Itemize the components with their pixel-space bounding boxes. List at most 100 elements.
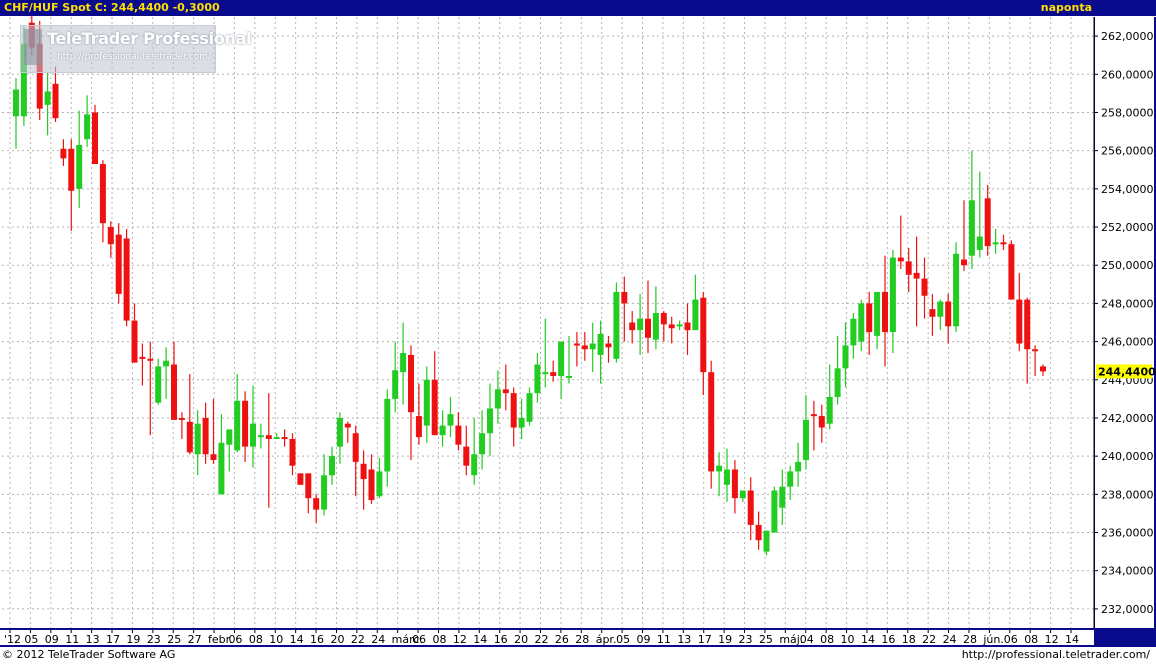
candle-body — [842, 345, 849, 369]
candle-body — [171, 364, 177, 420]
x-tick-label: 16 — [494, 633, 508, 646]
last-price-label: 244,4400 — [1098, 365, 1156, 378]
x-tick-label: 17 — [698, 633, 712, 646]
x-tick-label: 23 — [739, 633, 753, 646]
candle-body — [242, 400, 249, 447]
candle-body — [463, 446, 470, 466]
candle-body — [716, 465, 723, 472]
plot-area — [2, 17, 1094, 628]
candle-body — [700, 297, 707, 373]
y-tick-label: 236,0000 — [1101, 527, 1154, 540]
candle — [1008, 240, 1015, 300]
candle-body — [329, 456, 335, 476]
candle — [953, 242, 960, 333]
candle-body — [226, 429, 233, 445]
price-chart-svg: 232,0000 234,0000 236,0000 238,0000 240,0000… — [0, 0, 1156, 648]
candle-body — [534, 364, 541, 394]
x-tick-label: 20 — [514, 633, 528, 646]
x-tick-label: 14 — [473, 633, 487, 646]
y-tick-label: 260,0000 — [1101, 68, 1154, 81]
candle — [123, 228, 130, 327]
candle-body — [439, 425, 446, 436]
y-tick-label: 256,0000 — [1101, 145, 1154, 158]
candle-body — [581, 345, 588, 350]
y-tick-label: 248,0000 — [1101, 297, 1154, 310]
candle-body — [645, 318, 651, 338]
candle-body — [961, 259, 967, 266]
candle-body — [155, 366, 162, 403]
candle-body — [384, 398, 391, 472]
candle-body — [731, 469, 738, 499]
candle-body — [257, 435, 264, 438]
candle-body — [968, 200, 975, 256]
y-tick-label: 250,0000 — [1101, 259, 1154, 272]
candle-body — [637, 318, 644, 331]
x-tick-label: 10 — [269, 633, 283, 646]
logo-name: TeleTrader Professional — [47, 29, 252, 48]
candle-body — [455, 425, 462, 445]
candle-body — [289, 438, 296, 466]
teletrader-logo: TeleTrader Professional http://professio… — [20, 25, 252, 73]
candle-body — [1040, 366, 1046, 372]
x-tick-label: 06 — [228, 633, 242, 646]
x-tick-label: 04 — [800, 633, 814, 646]
candle-body — [787, 471, 794, 487]
candle-body — [123, 238, 130, 321]
candle-body — [107, 227, 114, 245]
candle-body — [163, 360, 170, 367]
candle-body — [573, 343, 580, 346]
x-tick-label: 28 — [575, 633, 589, 646]
x-tick-label: 11 — [657, 633, 671, 646]
x-tick-label: 17 — [106, 633, 120, 646]
candle-body — [431, 379, 438, 436]
x-tick-label: 16 — [881, 633, 895, 646]
candle-body — [605, 343, 612, 348]
x-tick-label: 24 — [371, 633, 385, 646]
candle-body — [368, 469, 375, 501]
candle-body — [400, 353, 407, 373]
copyright-text: © 2012 TeleTrader Software AG — [2, 648, 176, 661]
candle-body — [818, 416, 825, 428]
x-tick-label: 28 — [963, 633, 977, 646]
candle-body — [984, 198, 991, 247]
candle — [526, 387, 533, 426]
candle-body — [858, 303, 865, 342]
x-tick-label: 18 — [902, 633, 916, 646]
logo-url: http://professional.teletrader.com/ — [57, 52, 212, 62]
candle-body — [344, 423, 351, 428]
candle-body — [273, 437, 280, 440]
x-tick-label: 06 — [412, 633, 426, 646]
candle-body — [795, 461, 802, 472]
candle-body — [874, 291, 881, 336]
candle-body — [724, 469, 730, 485]
candle-body — [186, 421, 193, 453]
x-tick-label: 25 — [759, 633, 773, 646]
candle — [92, 104, 98, 165]
candle-body — [755, 524, 762, 541]
candle-body — [882, 291, 888, 333]
candle-body — [897, 257, 904, 262]
candle-body — [976, 236, 983, 250]
candle-body — [779, 486, 786, 508]
y-tick-label: 254,0000 — [1101, 183, 1154, 196]
candle-body — [945, 301, 952, 327]
interval-label[interactable]: naponta — [1041, 1, 1092, 14]
x-tick-label: '12 — [4, 633, 21, 646]
x-tick-label: 22 — [922, 633, 936, 646]
y-tick-label: 252,0000 — [1101, 221, 1154, 234]
x-tick-label: jún. — [982, 633, 1004, 646]
x-tick-label: 13 — [677, 633, 691, 646]
footer-url-link[interactable]: http://professional.teletrader.com/ — [962, 648, 1150, 661]
y-tick-label: 234,0000 — [1101, 565, 1154, 578]
candle-body — [708, 372, 715, 472]
candle-body — [810, 414, 817, 417]
y-tick-label: 232,0000 — [1101, 603, 1154, 616]
candle-body — [866, 303, 873, 333]
candle-body — [305, 473, 312, 499]
candle — [771, 486, 778, 533]
footer: © 2012 TeleTrader Software AG http://pro… — [0, 647, 1156, 664]
logo-mark-icon — [24, 29, 42, 65]
candle-body — [210, 454, 217, 460]
candle-body — [566, 375, 572, 378]
candle-body — [905, 261, 912, 275]
